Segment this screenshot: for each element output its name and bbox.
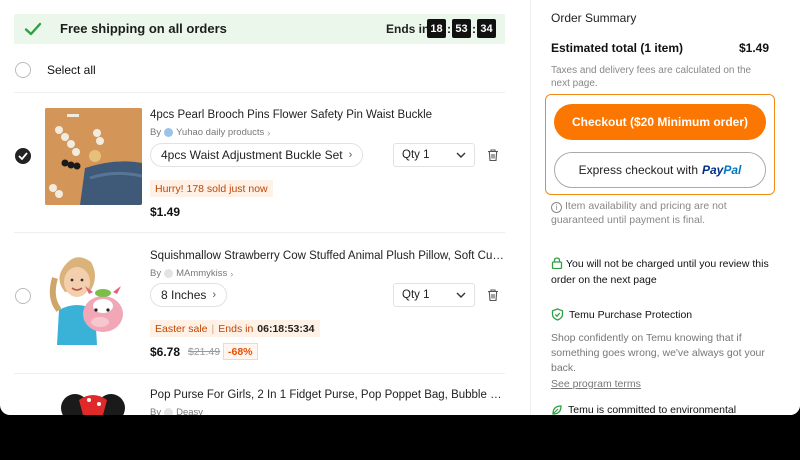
variant-selector[interactable]: 4pcs Waist Adjustment Buckle Set › — [150, 143, 364, 167]
charge-note: You will not be charged until you review… — [551, 257, 769, 286]
chevron-right-icon: › — [212, 289, 217, 301]
chevron-down-icon — [456, 292, 466, 298]
express-label: Express checkout with — [578, 163, 698, 177]
original-price: $21.49 — [188, 346, 221, 358]
quantity-select[interactable]: Qty 1 — [393, 283, 475, 307]
check-icon — [18, 152, 28, 160]
timer-hours: 18 — [427, 19, 446, 38]
store-line[interactable]: By MAmmykiss › — [150, 268, 233, 279]
qty-label: Qty 1 — [402, 149, 430, 161]
product-image[interactable] — [45, 108, 142, 205]
chevron-right-icon: › — [267, 127, 271, 138]
environment-note: Temu is committed to environmental — [551, 404, 736, 415]
lock-icon — [551, 257, 563, 269]
divider — [14, 92, 505, 93]
variant-selector[interactable]: 8 Inches › — [150, 283, 228, 307]
chevron-right-icon: › — [348, 149, 353, 161]
divider — [14, 373, 505, 374]
estimated-total-label: Estimated total (1 item) — [551, 41, 684, 55]
sale-ends-label: Ends in — [218, 322, 254, 335]
item-price: $6.78 — [150, 345, 181, 359]
discount-badge: -68% — [223, 343, 258, 360]
chevron-down-icon — [456, 152, 466, 158]
hurry-badge: Hurry! 178 sold just now — [150, 180, 273, 197]
product-title[interactable]: Pop Purse For Girls, 2 In 1 Fidget Purse… — [150, 389, 505, 401]
order-summary-panel: Order Summary Estimated total (1 item) $… — [530, 0, 800, 415]
item-select-radio[interactable] — [15, 148, 31, 164]
variant-label: 4pcs Waist Adjustment Buckle Set — [161, 148, 343, 162]
product-image[interactable] — [45, 248, 142, 345]
trash-icon[interactable] — [486, 288, 500, 302]
store-icon — [164, 128, 174, 137]
item-select-radio[interactable] — [15, 288, 31, 304]
store-name: MAmmykiss — [176, 268, 228, 279]
leaf-icon — [552, 405, 562, 415]
availability-note: i Item availability and pricing are not g… — [551, 200, 727, 226]
select-all-label: Select all — [47, 63, 96, 77]
store-name: Yuhao daily products — [176, 127, 265, 138]
qty-label: Qty 1 — [402, 289, 430, 301]
free-shipping-banner: Free shipping on all orders Ends in 18 :… — [14, 14, 505, 44]
timer-ends-label: Ends in — [386, 22, 430, 36]
sale-badge: Easter sale | Ends in 06:18:53:34 — [150, 320, 320, 337]
chevron-right-icon: › — [230, 268, 234, 279]
divider — [14, 232, 505, 233]
check-icon — [24, 22, 42, 36]
variant-label: 8 Inches — [161, 288, 207, 302]
checkout-button[interactable]: Checkout ($20 Minimum order) — [554, 104, 766, 140]
shield-icon — [551, 308, 564, 321]
cart-list: Free shipping on all orders Ends in 18 :… — [0, 0, 530, 415]
info-icon: i — [551, 202, 562, 213]
program-terms-link[interactable]: See program terms — [551, 378, 641, 390]
paypal-express-button[interactable]: Express checkout with PayPal — [554, 152, 766, 188]
checkout-highlight-box: Checkout ($20 Minimum order) Express che… — [545, 94, 775, 195]
tax-note: Taxes and delivery fees are calculated o… — [551, 65, 752, 89]
timer-seconds: 34 — [477, 19, 496, 38]
trash-icon[interactable] — [486, 148, 500, 162]
product-title[interactable]: 4pcs Pearl Brooch Pins Flower Safety Pin… — [150, 109, 510, 121]
store-name: Deasy — [176, 407, 204, 415]
store-line[interactable]: By Yuhao daily products › — [150, 127, 270, 138]
item-price: $1.49 — [150, 205, 181, 219]
quantity-select[interactable]: Qty 1 — [393, 143, 475, 167]
cart-page: Free shipping on all orders Ends in 18 :… — [0, 0, 800, 415]
sale-timer: 06:18:53:34 — [257, 322, 315, 335]
product-title[interactable]: Squishmallow Strawberry Cow Stuffed Anim… — [150, 250, 505, 262]
purchase-protection-title: Temu Purchase Protection — [551, 308, 692, 321]
product-image[interactable] — [45, 388, 142, 415]
order-summary-title: Order Summary — [551, 11, 637, 25]
store-icon — [164, 269, 174, 278]
store-icon — [164, 408, 174, 415]
store-line[interactable]: By Deasy — [150, 407, 203, 415]
free-shipping-text: Free shipping on all orders — [60, 21, 227, 36]
select-all-radio[interactable] — [15, 62, 31, 78]
estimated-total-value: $1.49 — [738, 41, 769, 55]
timer-minutes: 53 — [452, 19, 471, 38]
paypal-logo: PayPal — [702, 163, 742, 177]
sale-label: Easter sale — [155, 322, 208, 335]
purchase-protection-text: Shop confidently on Temu knowing that if… — [551, 332, 765, 374]
countdown-timer: 18 : 53 : 34 — [427, 19, 496, 38]
